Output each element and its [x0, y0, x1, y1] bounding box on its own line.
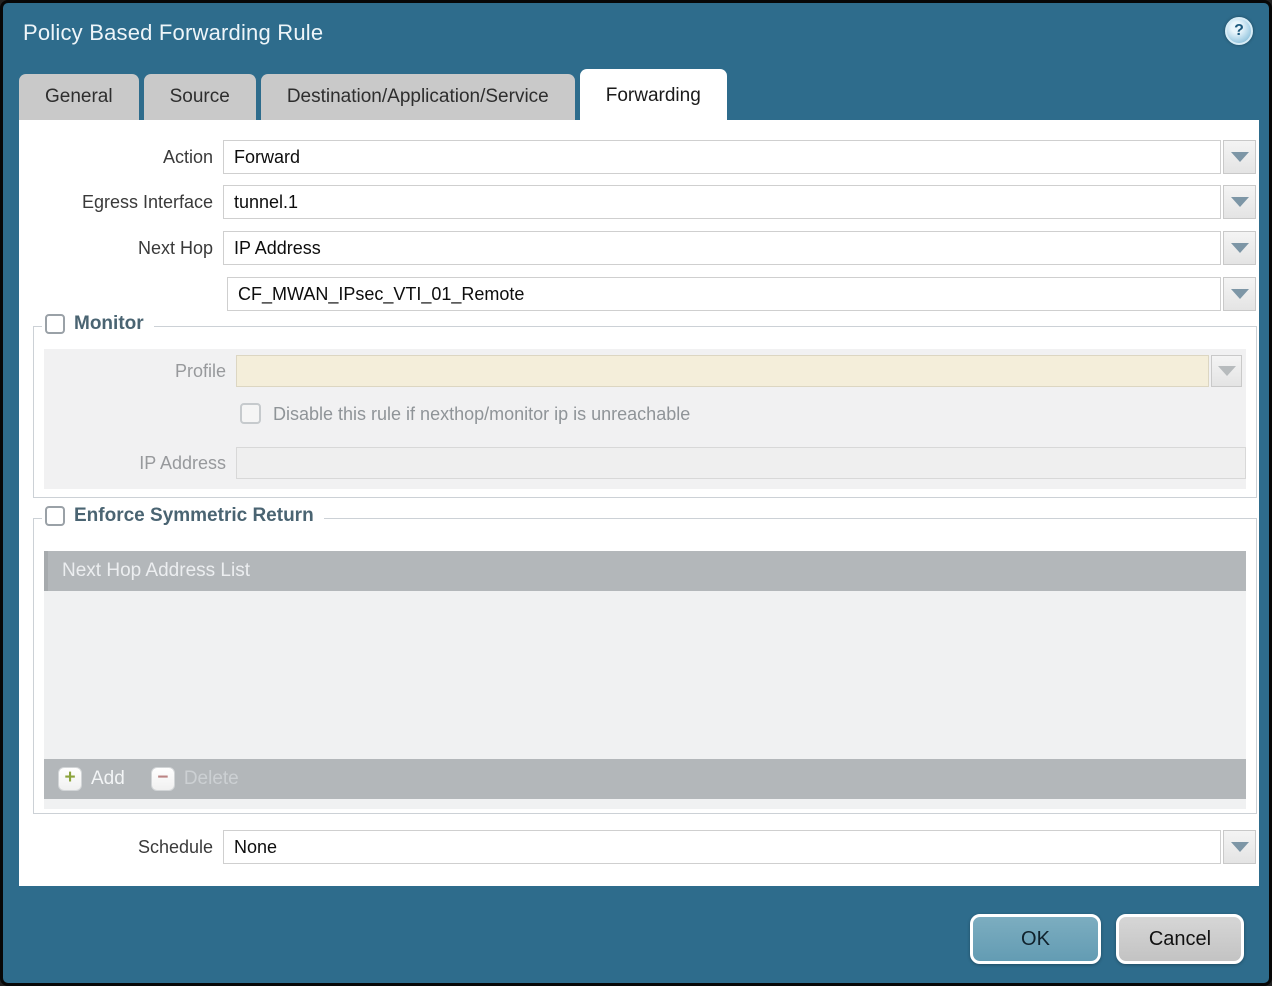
enforce-symmetric-return-fieldset: Enforce Symmetric Return Next Hop Addres… [33, 518, 1257, 814]
forwarding-tab-panel: Action Forward Egress Interface tunnel.1… [19, 120, 1259, 886]
chevron-down-icon [1231, 243, 1249, 253]
action-select[interactable]: Forward [223, 140, 1221, 174]
schedule-row: Schedule None [19, 830, 1259, 864]
monitor-legend: Monitor [42, 313, 154, 335]
next-hop-address-list-toolbar: Add Delete [44, 759, 1246, 799]
next-hop-row: Next Hop IP Address [19, 231, 1259, 265]
disable-rule-checkbox [240, 403, 261, 424]
egress-interface-label: Egress Interface [19, 185, 213, 219]
add-button-label: Add [91, 768, 125, 790]
next-hop-address-table: Next Hop Address List Add Delete [44, 551, 1246, 809]
schedule-label: Schedule [19, 830, 213, 864]
next-hop-label: Next Hop [19, 231, 213, 265]
profile-dropdown-button [1211, 355, 1242, 387]
action-dropdown-button[interactable] [1223, 140, 1256, 174]
tab-forwarding[interactable]: Forwarding [580, 69, 727, 120]
schedule-select[interactable]: None [223, 830, 1221, 864]
tab-general[interactable]: General [19, 74, 139, 120]
tab-destination-application-service[interactable]: Destination/Application/Service [261, 74, 575, 120]
enforce-symmetric-return-legend-label: Enforce Symmetric Return [74, 505, 314, 527]
pbf-rule-dialog: Policy Based Forwarding Rule ? General S… [0, 0, 1272, 986]
cancel-button[interactable]: Cancel [1116, 914, 1244, 964]
chevron-down-icon [1218, 366, 1236, 376]
next-hop-dropdown-button[interactable] [1223, 231, 1256, 265]
chevron-down-icon [1231, 197, 1249, 207]
action-label: Action [19, 140, 213, 174]
tab-source[interactable]: Source [144, 74, 256, 120]
chevron-down-icon [1231, 152, 1249, 162]
chevron-down-icon [1231, 289, 1249, 299]
enforce-symmetric-return-checkbox[interactable] [45, 506, 65, 526]
profile-select [236, 355, 1209, 387]
egress-interface-row: Egress Interface tunnel.1 [19, 185, 1259, 219]
monitor-ip-address-label: IP Address [44, 447, 226, 479]
minus-icon [151, 767, 175, 791]
next-hop-address-select[interactable]: CF_MWAN_IPsec_VTI_01_Remote [227, 277, 1221, 311]
dialog-title: Policy Based Forwarding Rule [23, 20, 323, 46]
next-hop-address-row: CF_MWAN_IPsec_VTI_01_Remote [19, 277, 1259, 311]
delete-button: Delete [151, 767, 239, 791]
monitor-ip-address-input [236, 447, 1246, 479]
monitor-legend-label: Monitor [74, 313, 144, 335]
disable-rule-label: Disable this rule if nexthop/monitor ip … [273, 403, 690, 425]
monitor-checkbox[interactable] [45, 314, 65, 334]
next-hop-select[interactable]: IP Address [223, 231, 1221, 265]
tab-bar: General Source Destination/Application/S… [19, 69, 727, 120]
help-icon[interactable]: ? [1225, 17, 1253, 45]
table-bottom-strip [44, 799, 1246, 809]
next-hop-address-dropdown-button[interactable] [1223, 277, 1256, 311]
enforce-symmetric-return-legend: Enforce Symmetric Return [42, 505, 324, 527]
monitor-fieldset: Monitor Profile Disable this rule if nex… [33, 326, 1257, 498]
egress-interface-select[interactable]: tunnel.1 [223, 185, 1221, 219]
monitor-panel: Profile Disable this rule if nexthop/mon… [44, 349, 1246, 489]
ok-button[interactable]: OK [970, 914, 1101, 964]
next-hop-address-list-body [44, 591, 1246, 759]
next-hop-address-list-header: Next Hop Address List [44, 551, 1246, 591]
profile-label: Profile [44, 355, 226, 387]
delete-button-label: Delete [184, 768, 239, 790]
schedule-dropdown-button[interactable] [1223, 830, 1256, 864]
plus-icon [58, 767, 82, 791]
chevron-down-icon [1231, 842, 1249, 852]
egress-interface-dropdown-button[interactable] [1223, 185, 1256, 219]
action-row: Action Forward [19, 140, 1259, 174]
add-button[interactable]: Add [58, 767, 125, 791]
